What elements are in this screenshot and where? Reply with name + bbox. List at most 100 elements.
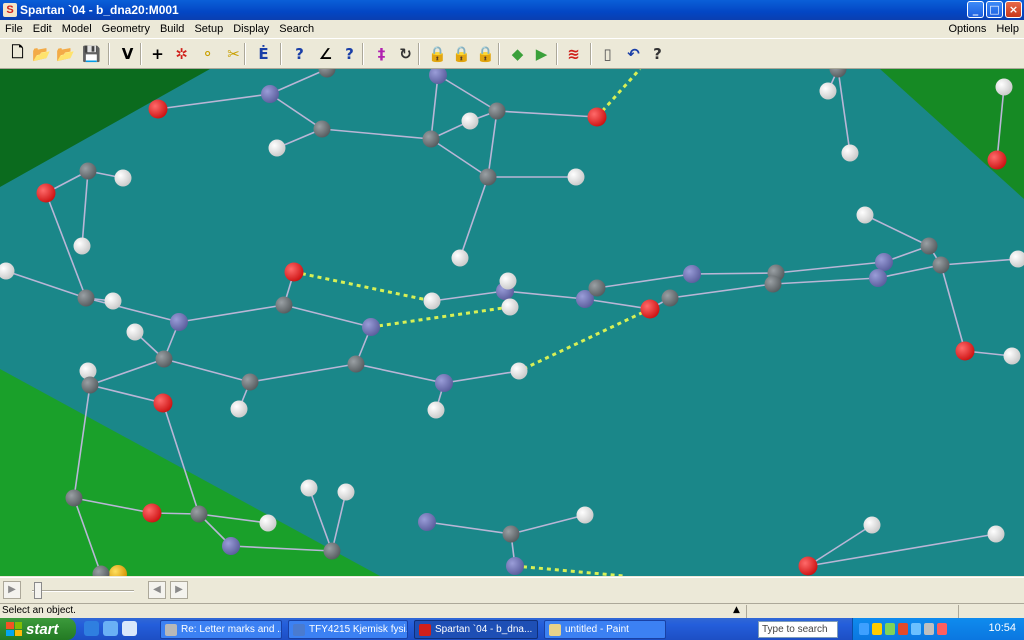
taskbar-task-3[interactable]: Spartan `04 - b_dna... <box>414 620 538 639</box>
carbon-atom[interactable] <box>79 162 97 180</box>
carbon-atom[interactable] <box>502 525 520 543</box>
bond[interactable] <box>510 514 586 535</box>
hydrogen-bond[interactable] <box>514 564 625 576</box>
bond[interactable] <box>504 290 586 300</box>
hydrogen-atom[interactable] <box>300 479 318 497</box>
bond[interactable] <box>321 128 432 140</box>
menu-display[interactable]: Display <box>228 23 274 35</box>
bond[interactable] <box>443 370 520 384</box>
view-tool-icon[interactable]: V <box>116 42 139 66</box>
add-fragment-icon[interactable]: + <box>146 42 169 66</box>
freeze-center-icon[interactable]: 🔒 <box>426 42 449 66</box>
hydrogen-atom[interactable] <box>259 514 277 532</box>
taskbar-task-1[interactable]: Re: Letter marks and ... <box>160 620 282 639</box>
hydrogen-atom[interactable] <box>73 237 91 255</box>
carbon-atom[interactable] <box>81 376 99 394</box>
hydrogen-atom[interactable] <box>1003 347 1021 365</box>
carbon-atom[interactable] <box>155 350 173 368</box>
title-bar[interactable]: S Spartan `04 - b_dna20:M001 _ □ × <box>0 0 1024 20</box>
hydrogen-bond[interactable] <box>293 270 433 303</box>
carbon-atom[interactable] <box>323 542 341 560</box>
hydrogen-atom[interactable] <box>841 144 859 162</box>
carbon-atom[interactable] <box>932 256 950 274</box>
hydrogen-atom[interactable] <box>499 272 517 290</box>
menu-build[interactable]: Build <box>155 23 189 35</box>
bond[interactable] <box>5 270 87 299</box>
oxygen-atom[interactable] <box>798 556 818 576</box>
carbon-atom[interactable] <box>422 130 440 148</box>
menu-search[interactable]: Search <box>274 23 319 35</box>
nitrogen-atom[interactable] <box>435 374 453 392</box>
hydrogen-bond[interactable] <box>370 305 511 329</box>
oxygen-atom[interactable] <box>955 341 975 361</box>
define-plane-icon[interactable]: ▶ <box>530 42 553 66</box>
freeze-dihedral-icon[interactable]: 🔒 <box>474 42 497 66</box>
bond[interactable] <box>864 214 930 247</box>
open-folder-alt-icon[interactable]: 📂 <box>54 42 77 66</box>
bond[interactable] <box>772 277 879 285</box>
oxygen-atom[interactable] <box>36 183 56 203</box>
hydrogen-atom[interactable] <box>856 206 874 224</box>
constrain-distance-icon[interactable]: ‡ <box>370 42 393 66</box>
play-button[interactable]: ▶ <box>3 581 21 599</box>
menu-setup[interactable]: Setup <box>189 23 228 35</box>
carbon-atom[interactable] <box>488 102 506 120</box>
nitrogen-atom[interactable] <box>869 269 887 287</box>
media-icon[interactable] <box>103 621 118 636</box>
oxygen-atom[interactable] <box>987 150 1007 170</box>
security-icon[interactable] <box>872 623 882 635</box>
bond[interactable] <box>157 93 271 110</box>
network-icon[interactable] <box>859 623 869 635</box>
alert-icon[interactable] <box>937 623 947 635</box>
nitrogen-atom[interactable] <box>261 85 279 103</box>
hydrogen-atom[interactable] <box>126 323 144 341</box>
nitrogen-atom[interactable] <box>506 557 524 575</box>
status-expand-icon[interactable]: ▲ <box>733 605 740 615</box>
bond[interactable] <box>426 521 512 535</box>
bond[interactable] <box>584 298 651 310</box>
carbon-atom[interactable] <box>318 69 336 78</box>
taskbar-task-2[interactable]: TFY4215 Kjemisk fysi... <box>288 620 408 639</box>
start-button[interactable]: start <box>0 618 76 640</box>
sync-icon[interactable] <box>911 623 921 635</box>
bond[interactable] <box>269 93 323 130</box>
carbon-atom[interactable] <box>588 279 606 297</box>
oxygen-atom[interactable] <box>640 299 660 319</box>
step-back-button[interactable]: ◀ <box>148 581 166 599</box>
constrain-angle-icon[interactable]: ↻ <box>394 42 417 66</box>
new-file-icon[interactable]: 🗋 <box>6 42 29 66</box>
carbon-atom[interactable] <box>764 275 782 293</box>
carbon-atom[interactable] <box>190 505 208 523</box>
freeze-angle-icon[interactable]: 🔒 <box>450 42 473 66</box>
explorer-icon[interactable] <box>122 621 137 636</box>
hydrogen-atom[interactable] <box>230 400 248 418</box>
plane-top-left[interactable] <box>0 69 210 187</box>
hydrogen-atom[interactable] <box>427 401 445 419</box>
hydrogen-atom[interactable] <box>510 362 528 380</box>
select-pointer-icon[interactable]: ? <box>646 42 669 66</box>
bond[interactable] <box>691 272 777 275</box>
plane-bottom-left[interactable] <box>0 369 380 576</box>
nitrogen-atom[interactable] <box>222 537 240 555</box>
signal-icon[interactable] <box>885 623 895 635</box>
ie-icon[interactable] <box>84 621 99 636</box>
hydrogen-bond[interactable] <box>595 69 642 119</box>
bond[interactable] <box>331 491 347 552</box>
carbon-atom[interactable] <box>313 120 331 138</box>
measure-angle-icon[interactable]: ∠ <box>314 42 337 66</box>
minimize-button[interactable]: _ <box>967 1 984 18</box>
bond[interactable] <box>431 290 506 302</box>
oxygen-atom[interactable] <box>587 107 607 127</box>
bond[interactable] <box>81 170 89 247</box>
volume-icon[interactable] <box>924 623 934 635</box>
nitrogen-atom[interactable] <box>429 69 447 84</box>
bond[interactable] <box>163 358 251 383</box>
hydrogen-atom[interactable] <box>451 249 469 267</box>
oxygen-atom[interactable] <box>284 262 304 282</box>
spartan-app-icon[interactable]: S <box>3 3 17 17</box>
define-point-icon[interactable]: ◆ <box>506 42 529 66</box>
bond[interactable] <box>807 533 997 567</box>
taskbar-search-input[interactable]: Type to search <box>758 621 838 638</box>
undo-arrow-icon[interactable]: ↶ <box>622 42 645 66</box>
hydrogen-atom[interactable] <box>501 298 519 316</box>
